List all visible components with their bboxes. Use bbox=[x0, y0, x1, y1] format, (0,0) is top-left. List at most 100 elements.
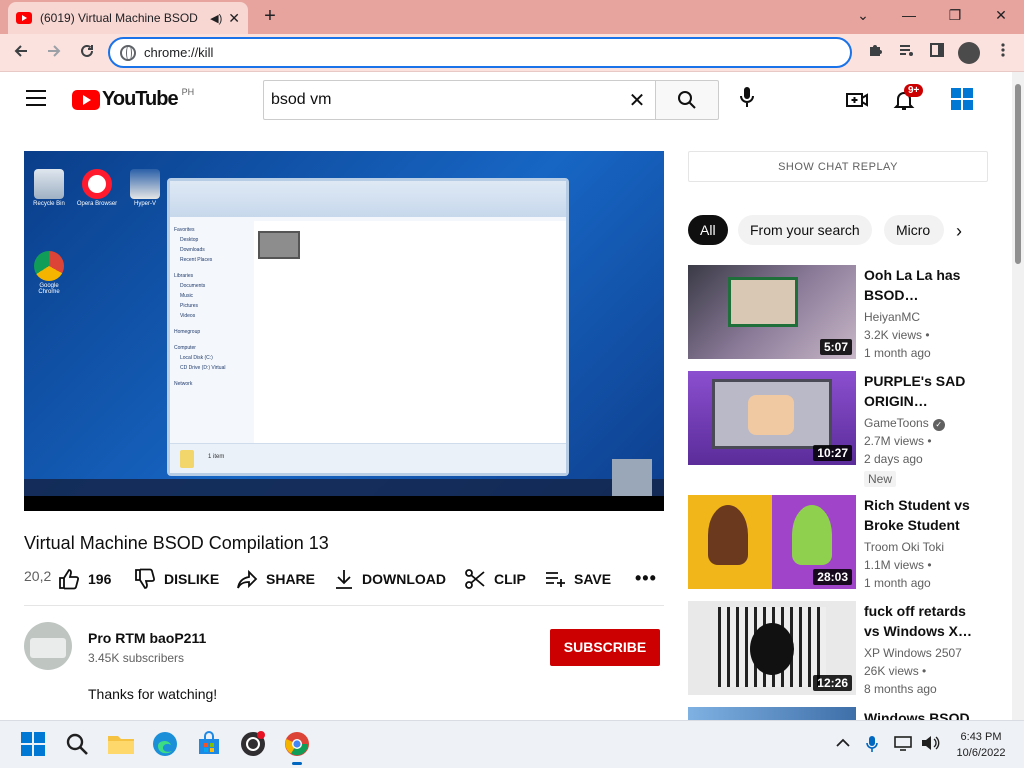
search-button[interactable] bbox=[655, 80, 719, 120]
video-duration: 12:26 bbox=[813, 675, 852, 691]
video-description: Thanks for watching! bbox=[88, 686, 218, 702]
share-button[interactable]: SHARE bbox=[236, 568, 315, 590]
video-thumbnail[interactable]: 28:03 bbox=[688, 495, 856, 589]
chrome-taskbar-icon[interactable] bbox=[282, 729, 312, 765]
recycle-bin-icon: Recycle Bin bbox=[28, 169, 70, 207]
obs-studio-icon[interactable] bbox=[238, 729, 268, 759]
video-title[interactable]: Windows BSOD bbox=[864, 708, 984, 720]
youtube-logo[interactable]: YouTube PH bbox=[72, 87, 194, 111]
edge-icon[interactable] bbox=[150, 729, 180, 759]
tab-search-icon[interactable]: ⌄ bbox=[840, 0, 886, 30]
recommended-video[interactable]: Windows BSOD bbox=[688, 707, 988, 720]
clip-button[interactable]: CLIP bbox=[464, 568, 526, 590]
volume-icon[interactable] bbox=[920, 735, 940, 754]
channel-name[interactable]: XP Windows 2507 bbox=[864, 646, 962, 660]
channel-name[interactable]: GameToons ✓ bbox=[864, 416, 945, 431]
player-bottom-bar bbox=[24, 496, 664, 511]
globe-icon bbox=[120, 44, 136, 61]
like-count: 196 bbox=[88, 571, 112, 587]
page-scrollbar[interactable] bbox=[1012, 72, 1024, 720]
profile-avatar[interactable] bbox=[958, 42, 980, 64]
subscriber-count: 3.45K subscribers bbox=[88, 651, 185, 665]
channel-name[interactable]: Pro RTM baoP211 bbox=[88, 630, 206, 646]
search-input[interactable] bbox=[271, 91, 619, 109]
forward-arrow-icon[interactable] bbox=[41, 40, 67, 66]
video-title[interactable]: Ooh La La has BSOD… bbox=[864, 265, 984, 305]
channel-name[interactable]: HeiyanMC bbox=[864, 310, 920, 324]
minimize-button[interactable]: — bbox=[886, 0, 932, 30]
chip-all[interactable]: All bbox=[688, 215, 728, 245]
account-avatar[interactable] bbox=[951, 88, 975, 112]
media-controls-icon[interactable] bbox=[895, 42, 917, 64]
video-title[interactable]: PURPLE's SAD ORIGIN… bbox=[864, 371, 984, 411]
thumbs-down-icon bbox=[135, 568, 156, 589]
upload-age: 2 days ago bbox=[864, 452, 923, 466]
audio-playing-icon[interactable]: ◀) bbox=[210, 12, 222, 25]
download-button[interactable]: DOWNLOAD bbox=[334, 568, 446, 590]
chip-from-your-search[interactable]: From your search bbox=[738, 215, 872, 245]
video-title[interactable]: Rich Student vs Broke Student bbox=[864, 495, 984, 535]
video-player[interactable]: Recycle Bin Opera Browser Hyper-V Google… bbox=[24, 151, 664, 511]
chrome-menu-icon[interactable] bbox=[992, 42, 1014, 64]
back-arrow-icon[interactable] bbox=[8, 40, 34, 66]
like-button[interactable]: 196 bbox=[58, 568, 111, 590]
upload-age: 1 month ago bbox=[864, 346, 931, 360]
tab-close-icon[interactable]: ✕ bbox=[228, 10, 240, 27]
clip-label: CLIP bbox=[494, 571, 526, 587]
recommended-video[interactable]: 12:26 fuck off retards vs Windows X… XP … bbox=[688, 601, 988, 701]
video-duration: 5:07 bbox=[819, 339, 852, 355]
video-thumbnail[interactable]: 10:27 bbox=[688, 371, 856, 465]
view-count: 3.2K views • bbox=[864, 328, 930, 342]
video-thumbnail[interactable]: 5:07 bbox=[688, 265, 856, 359]
explorer-toolbar bbox=[170, 181, 566, 217]
extensions-puzzle-icon[interactable] bbox=[864, 42, 886, 64]
browser-tab[interactable]: (6019) Virtual Machine BSOD ◀) ✕ bbox=[8, 2, 248, 34]
search-icon[interactable] bbox=[62, 729, 92, 759]
scissors-icon bbox=[465, 569, 485, 589]
system-clock[interactable]: 6:43 PM 10/6/2022 bbox=[946, 729, 1016, 761]
hamburger-menu-icon[interactable] bbox=[26, 90, 46, 106]
microphone-tray-icon[interactable] bbox=[866, 735, 878, 756]
show-chat-replay-button[interactable]: SHOW CHAT REPLAY bbox=[688, 151, 988, 182]
browser-tab-strip: (6019) Virtual Machine BSOD ◀) ✕ + ⌄ — ❐… bbox=[0, 0, 1024, 34]
restore-button[interactable]: ❐ bbox=[932, 0, 978, 30]
save-button[interactable]: SAVE bbox=[544, 568, 611, 590]
opera-icon: Opera Browser bbox=[76, 169, 118, 207]
channel-avatar[interactable] bbox=[24, 622, 72, 670]
more-actions-icon[interactable]: ••• bbox=[635, 568, 657, 589]
vm-taskbar bbox=[24, 479, 664, 497]
start-button[interactable] bbox=[18, 729, 48, 759]
clock-date: 10/6/2022 bbox=[956, 747, 1006, 759]
new-tab-button[interactable]: + bbox=[258, 4, 282, 28]
download-icon bbox=[336, 570, 352, 589]
dislike-button[interactable]: DISLIKE bbox=[134, 568, 219, 590]
create-video-icon[interactable] bbox=[845, 88, 869, 112]
explorer-status-bar: 1 item bbox=[170, 443, 566, 473]
browser-toolbar bbox=[0, 34, 1024, 72]
file-explorer-icon[interactable] bbox=[106, 729, 136, 759]
video-duration: 28:03 bbox=[813, 569, 852, 585]
video-title[interactable]: fuck off retards vs Windows X… bbox=[864, 601, 984, 641]
microsoft-store-icon[interactable] bbox=[194, 729, 224, 759]
recommended-video[interactable]: 10:27 PURPLE's SAD ORIGIN… GameToons ✓ 2.… bbox=[688, 371, 988, 491]
chip-micro[interactable]: Micro bbox=[884, 215, 944, 245]
chevron-right-icon[interactable]: › bbox=[956, 221, 962, 242]
clear-search-icon[interactable]: ✕ bbox=[619, 88, 655, 113]
tray-overflow-chevron-icon[interactable] bbox=[836, 735, 850, 751]
subscribe-button[interactable]: SUBSCRIBE bbox=[550, 629, 660, 666]
recommended-video[interactable]: 28:03 Rich Student vs Broke Student Troo… bbox=[688, 495, 988, 595]
side-panel-icon[interactable] bbox=[926, 42, 948, 64]
video-thumbnail[interactable]: 12:26 bbox=[688, 601, 856, 695]
view-count: 1.1M views • bbox=[864, 558, 932, 572]
recommended-video[interactable]: 5:07 Ooh La La has BSOD… HeiyanMC 3.2K v… bbox=[688, 265, 988, 365]
close-window-button[interactable]: ✕ bbox=[978, 0, 1024, 30]
channel-name[interactable]: Troom Oki Toki bbox=[864, 540, 944, 554]
search-field[interactable]: ✕ bbox=[263, 80, 656, 120]
url-input[interactable] bbox=[144, 45, 850, 60]
microphone-icon[interactable] bbox=[735, 86, 759, 114]
reload-icon[interactable] bbox=[74, 40, 100, 66]
network-icon[interactable] bbox=[894, 735, 914, 754]
address-bar[interactable] bbox=[108, 37, 852, 68]
video-thumbnail[interactable] bbox=[688, 707, 856, 720]
scrollbar-thumb[interactable] bbox=[1015, 84, 1021, 264]
